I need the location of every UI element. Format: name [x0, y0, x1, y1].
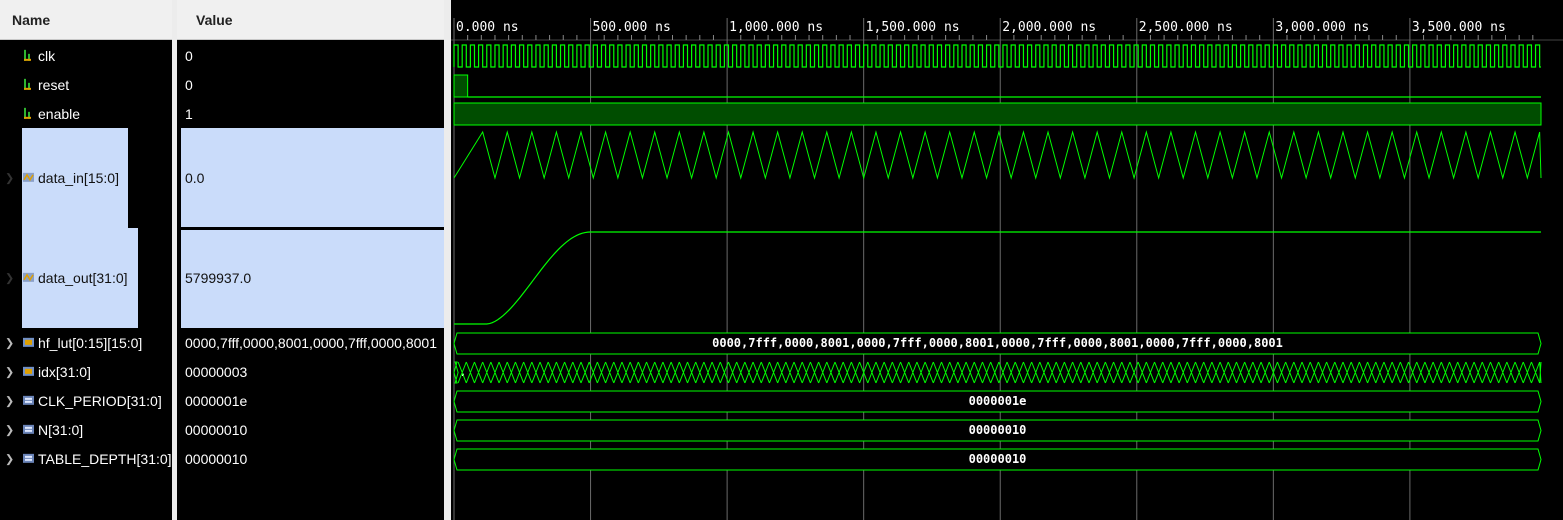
value-column: Value 0 0 1 0.0 5799937.0 0000,7fff,0000,8001…	[177, 0, 444, 520]
signal-name: TABLE_DEPTH[31:0]	[38, 450, 172, 467]
value-column-header[interactable]: Value	[177, 0, 444, 40]
signal-row-clk-period[interactable]: ❯ CLK_PERIOD[31:0]	[0, 386, 172, 415]
value-row-clk: 0	[177, 41, 444, 70]
signal-value: 00000003	[185, 363, 248, 380]
signal-name: data_out[31:0]	[38, 270, 128, 286]
clk-period-bus-label: 0000001e	[969, 394, 1027, 408]
name-column-header[interactable]: Name	[0, 0, 172, 40]
value-row-idx: 00000003	[177, 357, 444, 386]
time-tick-label: 1,000.000 ns	[729, 20, 823, 35]
time-tick-label: 2,000.000 ns	[1002, 20, 1096, 35]
data-out-waveform	[454, 231, 1541, 325]
signal-value: 00000010	[185, 421, 248, 438]
chevron-right-icon[interactable]: ❯	[5, 272, 14, 285]
signal-row-idx[interactable]: ❯ idx[31:0]	[0, 357, 172, 386]
value-row-clk-period: 0000001e	[177, 386, 444, 415]
signal-name: idx[31:0]	[38, 363, 91, 380]
clk-waveform	[453, 44, 1541, 68]
signal-name: clk	[38, 47, 56, 64]
signal-name: enable	[38, 105, 81, 122]
signal-value: 0	[185, 47, 193, 64]
data-in-waveform	[453, 130, 1542, 180]
signal-value: 0.0	[185, 170, 205, 186]
chevron-right-icon[interactable]: ❯	[5, 394, 14, 407]
value-row-hf-lut: 0000,7fff,0000,8001,0000,7fff,0000,8001	[177, 328, 444, 357]
waveform-canvas[interactable]: 0.000 ns 500.000 ns 1,000.000 ns 1,500.000 …	[451, 0, 1563, 520]
time-tick-label: 2,500.000 ns	[1139, 20, 1233, 35]
signal-row-data-out[interactable]: ❯ data_out[31:0]	[0, 228, 172, 328]
value-row-reset: 0	[177, 70, 444, 99]
time-tick-label: 3,500.000 ns	[1412, 20, 1506, 35]
signal-row-clk[interactable]: clk	[0, 41, 172, 70]
hf-lut-bus-label: 0000,7fff,0000,8001,0000,7fff,0000,8001,…	[712, 336, 1283, 350]
chevron-right-icon[interactable]: ❯	[5, 423, 14, 436]
signal-value: 0000001e	[185, 392, 248, 409]
table-depth-bus-label: 00000010	[969, 452, 1027, 466]
idx-bus-segment	[453, 361, 459, 384]
waveform-pane[interactable]: 0.000 ns 500.000 ns 1,000.000 ns 1,500.000 …	[451, 0, 1563, 520]
wave-splitter[interactable]	[444, 0, 451, 520]
signal-value: 0	[185, 76, 193, 93]
time-tick-label: 500.000 ns	[593, 20, 671, 35]
signal-value: 1	[185, 105, 193, 122]
time-tick-label: 1,500.000 ns	[866, 20, 960, 35]
value-row-data-in: 0.0	[177, 128, 444, 228]
chevron-right-icon[interactable]: ❯	[5, 336, 14, 349]
chevron-right-icon[interactable]: ❯	[5, 452, 14, 465]
value-row-table-depth: 00000010	[177, 444, 444, 473]
signal-name: data_in[15:0]	[38, 170, 119, 186]
signal-row-data-in[interactable]: ❯ data_in[15:0]	[0, 128, 172, 228]
signal-value: 0000,7fff,0000,8001,0000,7fff,0000,8001	[185, 334, 437, 351]
signal-row-table-depth[interactable]: ❯ TABLE_DEPTH[31:0]	[0, 444, 172, 473]
n-bus-label: 00000010	[969, 423, 1027, 437]
signal-name: reset	[38, 76, 70, 93]
name-column: Name clk reset enable ❯ data_in[15:0] ❯ data_o…	[0, 0, 172, 520]
value-row-enable: 1	[177, 99, 444, 128]
signal-row-hf-lut[interactable]: ❯ hf_lut[0:15][15:0]	[0, 328, 172, 357]
time-tick-label: 0.000 ns	[456, 20, 519, 35]
chevron-right-icon[interactable]: ❯	[5, 172, 14, 185]
value-row-n: 00000010	[177, 415, 444, 444]
signal-name: CLK_PERIOD[31:0]	[38, 392, 162, 409]
enable-waveform	[453, 102, 1542, 126]
signal-name: hf_lut[0:15][15:0]	[38, 334, 143, 351]
signal-value: 00000010	[185, 450, 248, 467]
chevron-right-icon[interactable]: ❯	[5, 365, 14, 378]
signal-row-n[interactable]: ❯ N[31:0]	[0, 415, 172, 444]
reset-high-pulse	[453, 74, 469, 98]
idx-waveform	[457, 361, 1542, 384]
time-tick-label: 3,000.000 ns	[1275, 20, 1369, 35]
signal-name: N[31:0]	[38, 421, 84, 438]
signal-row-reset[interactable]: reset	[0, 70, 172, 99]
signal-row-enable[interactable]: enable	[0, 99, 172, 128]
value-row-data-out: 5799937.0	[177, 228, 444, 328]
signal-value: 5799937.0	[185, 270, 252, 286]
